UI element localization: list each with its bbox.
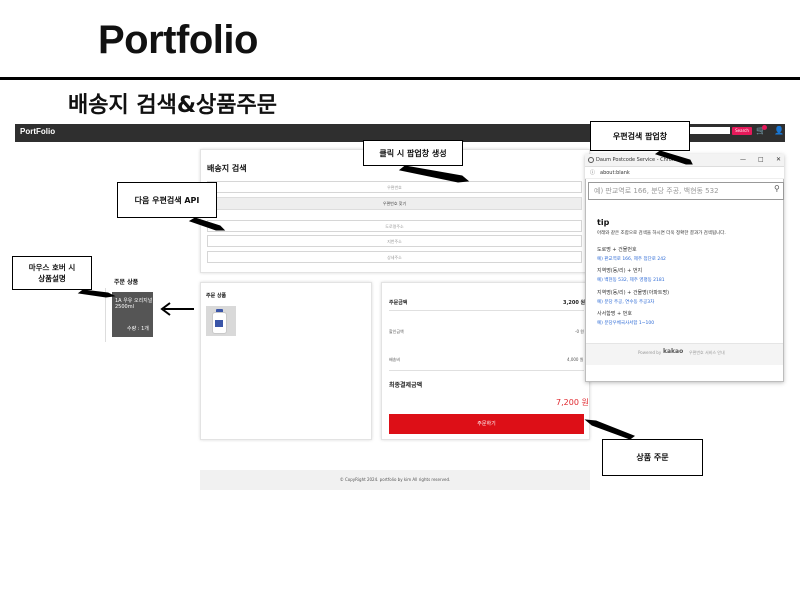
arrow-hover: [77, 289, 116, 298]
callout-next-api: 다음 우편검색 API: [117, 182, 217, 218]
callout-postcode-popup: 우편검색 팝업창: [590, 121, 690, 151]
arrow-order: [584, 419, 636, 440]
callout-arrows: [77, 150, 693, 440]
callout-click-popup: 클릭 시 팝업창 생성: [363, 140, 463, 166]
arrow-next-api: [188, 217, 226, 231]
callout-product-order: 상품 주문: [602, 439, 703, 476]
callout-hover-description: 마우스 호버 시 상품설명: [12, 256, 92, 290]
big-left-arrow: [160, 302, 194, 316]
arrow-click-popup: [398, 165, 470, 183]
arrow-postcode-popup: [654, 150, 693, 165]
